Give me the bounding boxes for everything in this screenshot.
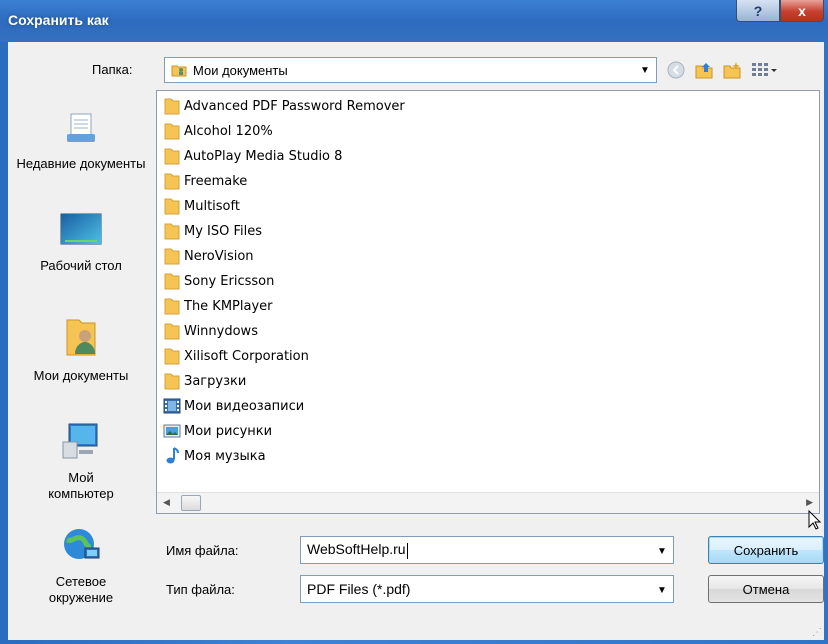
list-item[interactable]: Multisoft (163, 194, 240, 218)
chevron-down-icon[interactable]: ▼ (655, 543, 669, 559)
folder-icon (163, 271, 181, 291)
folder-icon (163, 321, 181, 341)
list-item[interactable]: Мои рисунки (163, 419, 272, 443)
folder-icon (163, 221, 181, 241)
text-caret (406, 542, 408, 559)
file-name: Freemake (184, 173, 248, 189)
new-folder-icon[interactable] (720, 58, 744, 82)
my-documents-small-icon (171, 62, 187, 78)
folder-icon (163, 121, 181, 141)
list-item[interactable]: AutoPlay Media Studio 8 (163, 144, 342, 168)
scroll-right-icon[interactable]: ▶ (806, 497, 813, 508)
music-folder-icon (163, 446, 181, 466)
file-name: Загрузки (184, 373, 247, 389)
horizontal-scrollbar[interactable]: ◀ ▶ (157, 492, 819, 513)
place-my-documents[interactable]: Мои документы (12, 314, 150, 384)
folder-current: Мои документы (193, 62, 288, 78)
list-item[interactable]: The KMPlayer (163, 294, 273, 318)
list-item[interactable]: Xilisoft Corporation (163, 344, 309, 368)
list-item[interactable]: Alcohol 120% (163, 119, 273, 143)
help-button[interactable]: ? (736, 0, 780, 22)
my-documents-icon (12, 314, 150, 362)
file-name: The KMPlayer (184, 298, 273, 314)
place-label: Мои документы (33, 368, 129, 383)
file-name: Alcohol 120% (184, 123, 273, 139)
place-label: Недавние документы (16, 156, 146, 171)
mouse-cursor-icon (808, 509, 822, 533)
list-item[interactable]: Freemake (163, 169, 247, 193)
place-label: Сетевое окружение (48, 574, 114, 605)
filetype-label: Тип файла: (166, 582, 235, 597)
close-button[interactable]: x (780, 0, 824, 22)
places-bar: Недавние документы Рабочий стол Мои доку… (12, 90, 150, 635)
scroll-left-icon[interactable]: ◀ (163, 497, 170, 508)
file-name: Winnydows (184, 323, 258, 339)
chevron-down-icon[interactable]: ▼ (655, 582, 669, 598)
file-name: Xilisoft Corporation (184, 348, 309, 364)
file-name: Мои рисунки (184, 423, 273, 439)
file-name: AutoPlay Media Studio 8 (184, 148, 343, 164)
filetype-value: PDF Files (*.pdf) (307, 581, 411, 597)
folder-icon (163, 371, 181, 391)
folder-icon (163, 296, 181, 316)
title-bar[interactable]: Сохранить как ? x (0, 0, 828, 42)
my-computer-icon (12, 422, 150, 464)
folder-icon (163, 346, 181, 366)
list-item[interactable]: Мои видеозаписи (163, 394, 304, 418)
list-item[interactable]: Advanced PDF Password Remover (163, 94, 405, 118)
cancel-button[interactable]: Отмена (708, 575, 824, 603)
list-item[interactable]: Winnydows (163, 319, 258, 343)
folder-label: Папка: (92, 62, 133, 77)
filename-label: Имя файла: (166, 543, 239, 558)
place-desktop[interactable]: Рабочий стол (12, 212, 150, 274)
save-button[interactable]: Сохранить (708, 536, 824, 564)
place-label: Рабочий стол (40, 258, 122, 273)
view-menu-icon[interactable] (748, 58, 782, 82)
network-icon (12, 526, 150, 568)
filetype-select[interactable]: PDF Files (*.pdf) ▼ (300, 575, 674, 603)
place-my-computer[interactable]: Мой компьютер (12, 422, 150, 502)
filename-value: WebSoftHelp.ru (307, 541, 406, 558)
list-item[interactable]: Моя музыка (163, 444, 266, 468)
chevron-down-icon[interactable]: ▼ (638, 62, 652, 78)
pictures-folder-icon (163, 421, 181, 441)
up-folder-icon[interactable] (692, 58, 716, 82)
file-name: Мои видеозаписи (184, 398, 305, 414)
recent-documents-icon (12, 110, 150, 150)
file-name: Моя музыка (184, 448, 266, 464)
list-item[interactable]: NeroVision (163, 244, 254, 268)
place-label: Мой компьютер (48, 470, 114, 501)
file-name: NeroVision (184, 248, 254, 264)
file-name: Sony Ericsson (184, 273, 275, 289)
resize-grip-icon[interactable]: ⋰ (812, 627, 822, 638)
folder-icon (163, 171, 181, 191)
dialog-body: Папка: Мои документы ▼ Недавние документ… (8, 42, 824, 640)
folder-combo[interactable]: Мои документы ▼ (164, 57, 657, 83)
file-name: Multisoft (184, 198, 240, 214)
folder-icon (163, 246, 181, 266)
file-name: My ISO Files (184, 223, 263, 239)
list-item[interactable]: Загрузки (163, 369, 246, 393)
place-recent-documents[interactable]: Недавние документы (12, 110, 150, 172)
place-network[interactable]: Сетевое окружение (12, 526, 150, 606)
scrollbar-thumb[interactable] (181, 495, 201, 511)
file-name: Advanced PDF Password Remover (184, 98, 405, 114)
save-as-dialog: Сохранить как ? x Папка: Мои документы ▼ (0, 0, 828, 644)
list-item[interactable]: My ISO Files (163, 219, 262, 243)
file-list[interactable]: Advanced PDF Password Remover Alcohol 12… (156, 90, 820, 514)
desktop-icon (12, 212, 150, 252)
folder-icon (163, 96, 181, 116)
filename-input[interactable]: WebSoftHelp.ru ▼ (300, 536, 674, 564)
folder-icon (163, 196, 181, 216)
list-item[interactable]: Sony Ericsson (163, 269, 274, 293)
back-icon[interactable] (664, 58, 688, 82)
dialog-title: Сохранить как (8, 12, 109, 28)
videos-folder-icon (163, 396, 181, 416)
folder-icon (163, 146, 181, 166)
